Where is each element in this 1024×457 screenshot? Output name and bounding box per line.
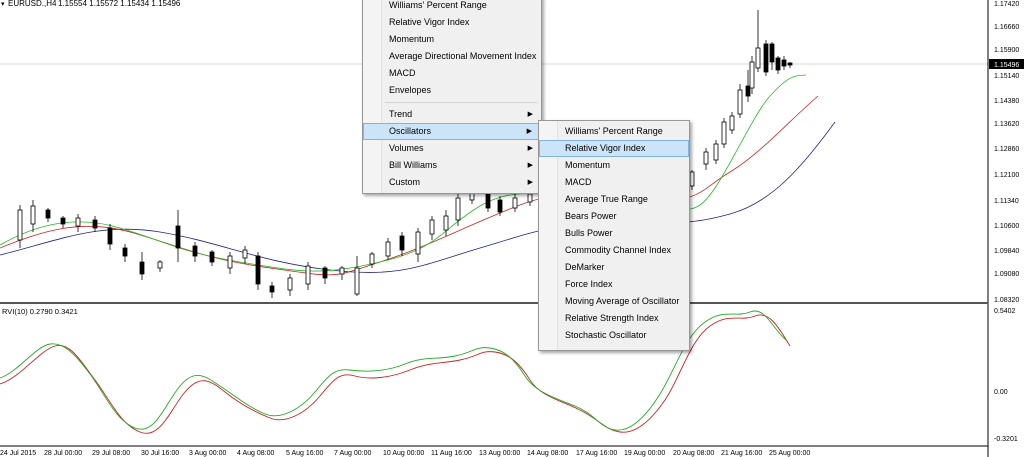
menu-item-label: Williams' Percent Range <box>389 0 487 10</box>
menu-item-label: Momentum <box>389 34 435 44</box>
menu-item-envelopes[interactable]: Envelopes <box>363 82 541 99</box>
menu-item-trend[interactable]: Trend ▶ <box>363 106 541 123</box>
price-tick: 1.09840 <box>994 248 1019 255</box>
price-tick: 1.17420 <box>994 1 1019 8</box>
submenu-item-relative-strength-index[interactable]: Relative Strength Index <box>539 310 689 327</box>
menu-item-label: Oscillators <box>389 126 432 136</box>
time-tick: 13 Aug 00:00 <box>479 450 520 457</box>
submenu-item-momentum[interactable]: Momentum <box>539 157 689 174</box>
time-tick: 17 Aug 16:00 <box>576 450 617 457</box>
submenu-item-average-true-range[interactable]: Average True Range <box>539 191 689 208</box>
menu-item-momentum[interactable]: Momentum <box>363 31 541 48</box>
menu-item-label: Williams' Percent Range <box>565 126 663 136</box>
menu-item-label: Moving Average of Oscillator <box>565 296 680 306</box>
menu-item-label: Bears Power <box>565 211 617 221</box>
oscillators-submenu: Williams' Percent Range Relative Vigor I… <box>538 120 690 351</box>
menu-item-relative-vigor-index[interactable]: Relative Vigor Index <box>363 14 541 31</box>
submenu-item-bulls-power[interactable]: Bulls Power <box>539 225 689 242</box>
menu-item-volumes[interactable]: Volumes ▶ <box>363 140 541 157</box>
time-tick: 10 Aug 00:00 <box>383 450 424 457</box>
time-tick: 30 Jul 16:00 <box>141 450 179 457</box>
indicator-tick: 0.00 <box>994 389 1008 396</box>
menu-item-average-directional-movement-index[interactable]: Average Directional Movement Index <box>363 48 541 65</box>
menu-item-label: Custom <box>389 177 421 187</box>
price-axis: 1.17420 1.16660 1.15900 1.15140 1.14380 … <box>994 1 1019 304</box>
menu-item-label: MACD <box>389 68 416 78</box>
indicator-tick: 0.5402 <box>994 308 1016 315</box>
menu-item-label: Bulls Power <box>565 228 613 238</box>
chart-header-arrow: ▾ <box>1 1 5 8</box>
indicator-tick: -0.3201 <box>994 436 1018 443</box>
price-tick: 1.16660 <box>994 24 1019 31</box>
price-tick: 1.12100 <box>994 172 1019 179</box>
menu-item-label: Average Directional Movement Index <box>389 51 537 61</box>
submenu-item-williams-percent-range[interactable]: Williams' Percent Range <box>539 123 689 140</box>
menu-item-label: MACD <box>565 177 592 187</box>
menu-item-macd[interactable]: MACD <box>363 65 541 82</box>
time-tick: 25 Aug 00:00 <box>769 450 810 457</box>
submenu-arrow-icon: ▶ <box>527 179 533 186</box>
price-tick: 1.11340 <box>994 198 1019 205</box>
time-tick: 11 Aug 16:00 <box>431 450 472 457</box>
price-tick: 1.15140 <box>994 73 1019 80</box>
indicators-context-menu: Williams' Percent Range Relative Vigor I… <box>362 0 542 194</box>
menu-item-label: DeMarker <box>565 262 605 272</box>
submenu-item-demarker[interactable]: DeMarker <box>539 259 689 276</box>
time-tick: 5 Aug 16:00 <box>286 450 323 457</box>
menu-item-label: Force Index <box>565 279 613 289</box>
submenu-arrow-icon: ▶ <box>526 128 532 135</box>
submenu-item-moving-average-of-oscillator[interactable]: Moving Average of Oscillator <box>539 293 689 310</box>
price-tick: 1.12860 <box>994 146 1019 153</box>
price-tick: 1.14380 <box>994 98 1019 105</box>
time-tick: 4 Aug 08:00 <box>237 450 274 457</box>
menu-item-oscillators[interactable]: Oscillators ▶ <box>363 123 541 140</box>
submenu-item-commodity-channel-index[interactable]: Commodity Channel Index <box>539 242 689 259</box>
menu-item-label: Bill Williams <box>389 160 437 170</box>
menu-item-label: Relative Vigor Index <box>565 143 646 153</box>
menu-item-label: Relative Vigor Index <box>389 17 470 27</box>
submenu-item-relative-vigor-index[interactable]: Relative Vigor Index <box>539 140 689 157</box>
chart-ohlc-label: 1.15554 1.15572 1.15434 1.15496 <box>58 0 181 8</box>
menu-item-custom[interactable]: Custom ▶ <box>363 174 541 191</box>
menu-item-bill-williams[interactable]: Bill Williams ▶ <box>363 157 541 174</box>
submenu-item-macd[interactable]: MACD <box>539 174 689 191</box>
submenu-arrow-icon: ▶ <box>527 145 533 152</box>
submenu-arrow-icon: ▶ <box>527 162 533 169</box>
current-price-label: 1.15496 <box>994 62 1019 69</box>
time-tick: 28 Jul 00:00 <box>44 450 82 457</box>
menu-item-williams-percent-range[interactable]: Williams' Percent Range <box>363 0 541 14</box>
menu-item-label: Envelopes <box>389 85 432 95</box>
menu-separator <box>385 102 537 103</box>
indicator-label: RVI(10) 0.2790 0.3421 <box>2 307 78 316</box>
menu-item-label: Average True Range <box>565 194 648 204</box>
time-tick: 20 Aug 08:00 <box>673 450 714 457</box>
time-tick: 14 Aug 08:00 <box>527 450 568 457</box>
time-tick: 3 Aug 00:00 <box>189 450 226 457</box>
submenu-item-force-index[interactable]: Force Index <box>539 276 689 293</box>
time-axis: 24 Jul 2015 28 Jul 00:00 29 Jul 08:00 30… <box>0 450 810 457</box>
menu-item-label: Volumes <box>389 143 424 153</box>
price-tick: 1.13620 <box>994 121 1019 128</box>
submenu-item-bears-power[interactable]: Bears Power <box>539 208 689 225</box>
time-tick: 21 Aug 16:00 <box>721 450 762 457</box>
menu-item-label: Commodity Channel Index <box>565 245 672 255</box>
indicator-axis: 0.5402 0.00 -0.3201 <box>994 308 1018 443</box>
menu-item-label: Momentum <box>565 160 611 170</box>
submenu-item-stochastic-oscillator[interactable]: Stochastic Oscillator <box>539 327 689 344</box>
price-tick: 1.15900 <box>994 47 1019 54</box>
submenu-arrow-icon: ▶ <box>527 111 533 118</box>
chart-symbol-label: EURUSD.,H4 <box>8 0 57 8</box>
time-tick: 29 Jul 08:00 <box>92 450 130 457</box>
price-tick: 1.10600 <box>994 223 1019 230</box>
time-tick: 19 Aug 00:00 <box>624 450 665 457</box>
price-tick: 1.09080 <box>994 271 1019 278</box>
time-tick: 24 Jul 2015 <box>0 450 36 457</box>
price-tick: 1.08320 <box>994 297 1019 304</box>
menu-item-label: Relative Strength Index <box>565 313 659 323</box>
menu-item-label: Stochastic Oscillator <box>565 330 647 340</box>
time-tick: 7 Aug 00:00 <box>334 450 371 457</box>
menu-item-label: Trend <box>389 109 413 119</box>
